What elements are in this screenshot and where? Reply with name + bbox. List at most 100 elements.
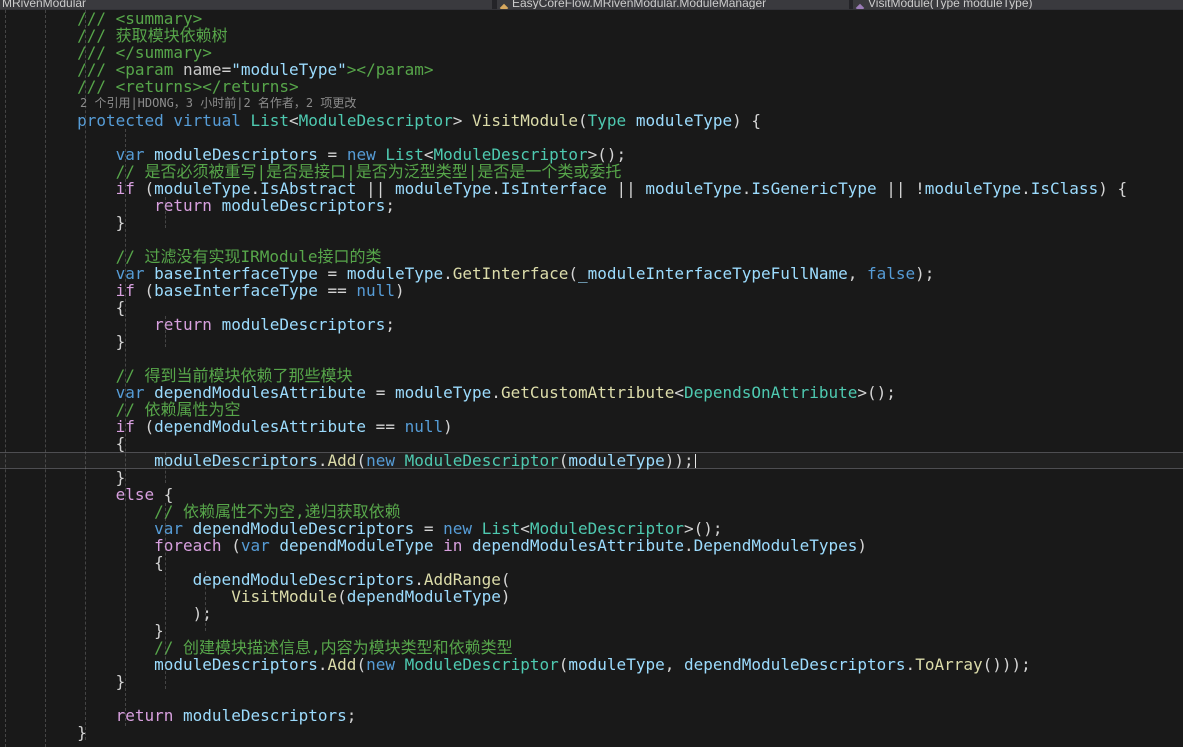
code-token: dependModuleDescriptors [683, 655, 906, 674]
code-token: = [366, 383, 395, 402]
code-line[interactable]: /// <param name="moduleType"></param> [0, 61, 1183, 78]
code-token: . [905, 655, 916, 674]
code-line[interactable] [0, 129, 1183, 146]
code-token: ></param> [346, 60, 434, 79]
code-line[interactable]: if (moduleType.IsAbstract || moduleType.… [0, 180, 1183, 197]
nav-member-label: VisitModule(Type moduleType) [868, 0, 1033, 9]
code-token: . [491, 383, 501, 402]
nav-project-dropdown[interactable]: MRivenModular [0, 0, 492, 9]
code-token: >(); [857, 383, 896, 402]
code-token: ( [134, 281, 155, 300]
code-line[interactable]: var moduleDescriptors = new List<ModuleD… [0, 146, 1183, 163]
code-token: . [317, 655, 328, 674]
code-token: ModuleDescriptor [404, 451, 559, 470]
code-line[interactable]: // 依赖属性为空 [0, 401, 1183, 418]
code-token: Add [327, 655, 357, 674]
code-token: ( [578, 111, 588, 130]
code-token: new [366, 451, 395, 470]
code-token: moduleType [645, 179, 742, 198]
code-line[interactable]: moduleDescriptors.Add(new ModuleDescript… [0, 656, 1183, 673]
code-token: moduleType [394, 179, 492, 198]
text-cursor [694, 453, 696, 468]
code-line[interactable]: ); [0, 605, 1183, 622]
code-token: . [741, 179, 752, 198]
code-token: ToArray [915, 655, 983, 674]
code-line[interactable]: { [0, 554, 1183, 571]
code-line[interactable]: // 过滤没有实现IRModule接口的类 [0, 248, 1183, 265]
code-token: ) [394, 281, 405, 300]
code-line[interactable]: return moduleDescriptors; [0, 707, 1183, 724]
code-line[interactable]: else { [0, 486, 1183, 503]
code-line[interactable]: foreach (var dependModuleType in dependM… [0, 537, 1183, 554]
code-token: moduleType [568, 655, 665, 674]
code-token: , [847, 264, 867, 283]
code-token: dependModulesAttribute [154, 417, 367, 436]
code-token: , [664, 655, 684, 674]
code-token: )); [664, 451, 694, 470]
code-line[interactable]: moduleDescriptors.Add(new ModuleDescript… [0, 452, 1183, 469]
code-line[interactable]: } [0, 333, 1183, 350]
code-editor[interactable]: /// <summary> /// 获取模块依赖树 /// </summary>… [0, 10, 1183, 741]
code-line[interactable]: /// </summary> [0, 44, 1183, 61]
code-token: List [250, 111, 290, 130]
code-line[interactable]: return moduleDescriptors; [0, 316, 1183, 333]
code-token: ( [558, 655, 569, 674]
codelens-info[interactable]: 2 个引用|HDONG，3 小时前|2 名作者，2 项更改 [0, 95, 1183, 112]
code-line[interactable]: { [0, 299, 1183, 316]
code-token: . [317, 451, 328, 470]
code-token: Add [327, 451, 357, 470]
code-line[interactable] [0, 231, 1183, 248]
code-token: > [452, 111, 473, 130]
code-line[interactable]: dependModuleDescriptors.AddRange( [0, 571, 1183, 588]
code-token: return [154, 196, 212, 215]
code-line[interactable]: // 是否必须被重写|是否是接口|是否为泛型类型|是否是一个类或委托 [0, 163, 1183, 180]
code-line[interactable]: } [0, 724, 1183, 741]
code-line[interactable]: // 创建模块描述信息,内容为模块类型和依赖类型 [0, 639, 1183, 656]
code-token: Type [587, 111, 627, 130]
code-token: ) [443, 417, 453, 436]
code-token: GetInterface [452, 264, 569, 283]
code-line[interactable]: if (dependModulesAttribute == null) [0, 418, 1183, 435]
code-line[interactable]: /// 获取模块依赖树 [0, 27, 1183, 44]
code-line[interactable]: protected virtual List<ModuleDescriptor>… [0, 112, 1183, 129]
code-line[interactable]: // 得到当前模块依赖了那些模块 [0, 367, 1183, 384]
code-token: == [366, 417, 405, 436]
code-line[interactable]: } [0, 469, 1183, 486]
code-token: moduleDescriptors [154, 451, 318, 470]
code-token: dependModuleType [279, 536, 434, 555]
code-token: ) { [732, 111, 762, 130]
code-token: } [0, 672, 126, 691]
code-token: ())); [982, 655, 1031, 674]
code-token: ( [356, 451, 367, 470]
code-token: IsGenericType [751, 179, 877, 198]
code-line[interactable]: return moduleDescriptors; [0, 197, 1183, 214]
code-token: ModuleDescriptor [404, 655, 559, 674]
code-line[interactable]: /// <returns></returns> [0, 78, 1183, 95]
code-line[interactable]: var dependModulesAttribute = moduleType.… [0, 384, 1183, 401]
code-line[interactable]: /// <summary> [0, 10, 1183, 27]
code-token: < [289, 111, 299, 130]
code-line[interactable] [0, 690, 1183, 707]
code-line[interactable]: var dependModuleDescriptors = new List<M… [0, 520, 1183, 537]
code-line[interactable]: { [0, 435, 1183, 452]
code-line[interactable] [0, 350, 1183, 367]
code-token: /// <returns></returns> [0, 77, 299, 96]
code-line[interactable]: } [0, 214, 1183, 231]
code-token: . [443, 264, 453, 283]
code-line[interactable]: } [0, 673, 1183, 690]
code-line[interactable]: } [0, 622, 1183, 639]
code-line[interactable]: var baseInterfaceType = moduleType.GetIn… [0, 265, 1183, 282]
code-line[interactable]: if (baseInterfaceType == null) [0, 282, 1183, 299]
code-line[interactable]: // 依赖属性不为空,递归获取依赖 [0, 503, 1183, 520]
code-token: || [606, 179, 646, 198]
code-token: return [115, 706, 174, 725]
code-token: < [674, 383, 684, 402]
code-line[interactable]: VisitModule(dependModuleType) [0, 588, 1183, 605]
nav-member-dropdown[interactable]: VisitModule(Type moduleType) [853, 0, 1183, 9]
nav-type-dropdown[interactable]: EasyCoreFlow.MRivenModular.ModuleManager [497, 0, 849, 9]
